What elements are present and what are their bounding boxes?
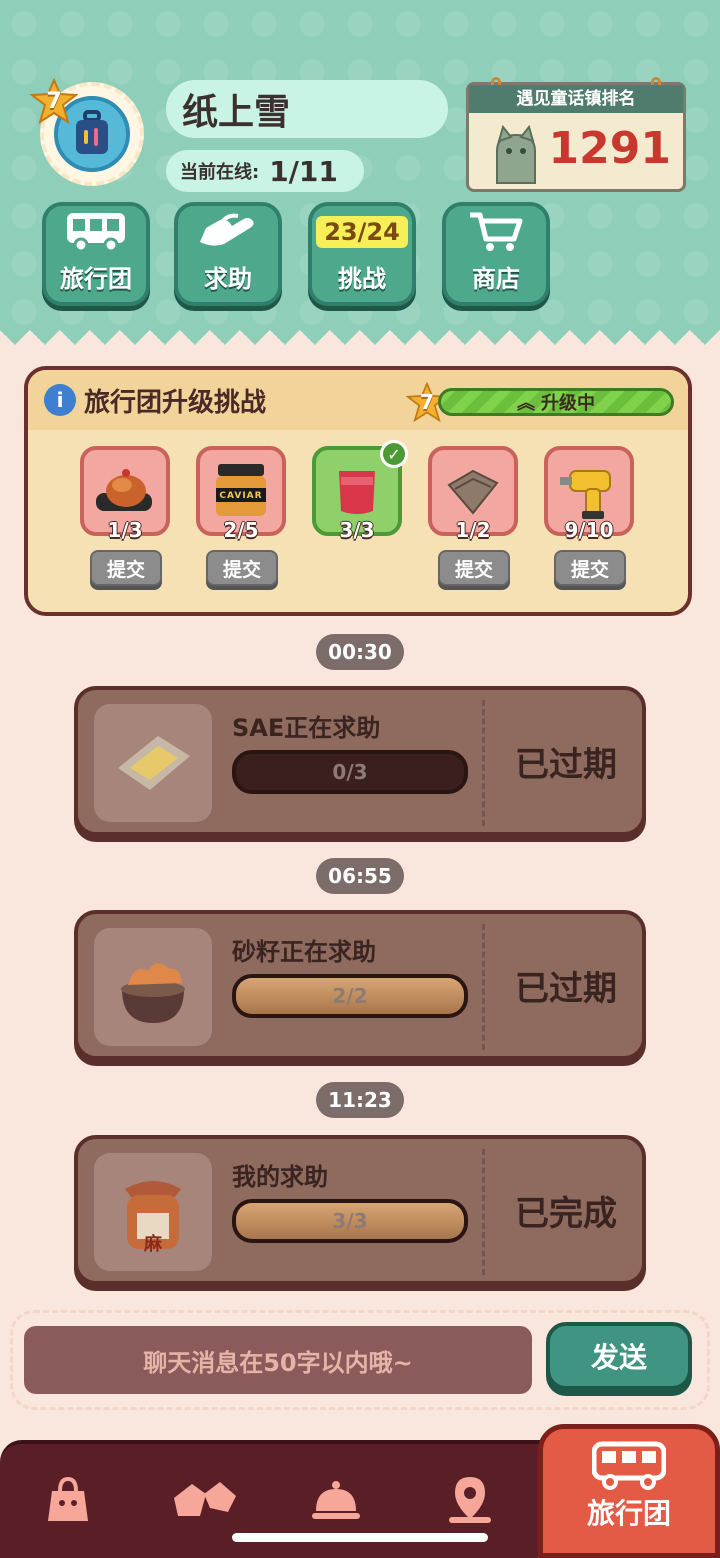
handshake-icon bbox=[174, 1482, 236, 1516]
shrimp-bowl-icon bbox=[94, 928, 212, 1046]
nav-label: 旅行团 bbox=[60, 265, 132, 293]
nav-label: 挑战 bbox=[338, 265, 386, 293]
cat-mascot-icon bbox=[487, 124, 545, 185]
submit-button[interactable]: 提交 bbox=[438, 550, 510, 586]
nav-tour-group-button[interactable]: 旅行团 bbox=[42, 202, 150, 306]
request-status: 已过期 bbox=[515, 968, 617, 1009]
timestamp-pill: 11:23 bbox=[316, 1082, 404, 1118]
request-status: 已过期 bbox=[515, 744, 617, 785]
tab-tour-group[interactable]: 旅行团 bbox=[538, 1424, 720, 1558]
check-icon: ✓ bbox=[380, 440, 408, 468]
jar-label: 麻 bbox=[144, 1234, 162, 1255]
online-count: 当前在线: 1/11 bbox=[166, 150, 364, 192]
help-request-card[interactable]: 麻 我的求助 3/3 已完成 bbox=[74, 1135, 646, 1285]
online-label: 当前在线: bbox=[180, 162, 260, 183]
progress-text: 3/3 bbox=[332, 1209, 368, 1233]
player-name: 纸上雪 bbox=[166, 80, 448, 138]
send-button[interactable]: 发送 bbox=[546, 1322, 692, 1390]
request-progress-bar: 2/2 bbox=[232, 974, 468, 1018]
challenge-items: 1/3 提交 CAVIAR 2/5 提交 ✓ 3/3 1/2 提交 9/10 提… bbox=[80, 440, 660, 596]
challenge-item: 1/2 提交 bbox=[428, 446, 518, 596]
challenge-item: ✓ 3/3 bbox=[312, 440, 408, 596]
challenge-item: CAVIAR 2/5 提交 bbox=[196, 446, 286, 596]
request-status: 已完成 bbox=[515, 1193, 617, 1234]
ranking-value: 1291 bbox=[548, 123, 671, 174]
requester-name: SAE正在求助 bbox=[232, 714, 381, 742]
upgrade-challenge-panel: i 旅行团升级挑战 7 ︽ 升级中 1/3 提交 CAVIAR 2/5 提交 ✓… bbox=[24, 366, 692, 616]
shopping-bag-icon bbox=[48, 1476, 88, 1521]
sauce-jar-icon: 麻 bbox=[94, 1153, 212, 1271]
submit-button[interactable]: 提交 bbox=[90, 550, 162, 586]
player-level-badge: 7 bbox=[30, 78, 78, 124]
home-indicator[interactable] bbox=[232, 1533, 488, 1542]
item-count: 2/5 bbox=[223, 518, 259, 542]
butter-wrap-icon bbox=[94, 704, 212, 822]
request-progress-bar: 3/3 bbox=[232, 1199, 468, 1243]
nav-challenge-button[interactable]: 23/24 挑战 bbox=[308, 202, 416, 306]
service-bell-icon bbox=[312, 1481, 360, 1519]
map-pin-icon bbox=[449, 1477, 491, 1523]
nav-shop-button[interactable]: 商店 bbox=[442, 202, 550, 306]
requester-name: 我的求助 bbox=[232, 1163, 328, 1191]
progress-text: 2/2 bbox=[332, 984, 368, 1008]
submit-button[interactable]: 提交 bbox=[554, 550, 626, 586]
chevron-up-icon: ︽ bbox=[517, 393, 535, 414]
item-count: 9/10 bbox=[564, 518, 614, 542]
upgrade-progress-bar: ︽ 升级中 bbox=[438, 388, 674, 416]
tab-map[interactable] bbox=[440, 1470, 500, 1530]
dashed-divider bbox=[482, 700, 485, 826]
item-count: 1/2 bbox=[455, 518, 491, 542]
help-request-card[interactable]: 砂籽正在求助 2/2 已过期 bbox=[74, 910, 646, 1060]
bus-icon bbox=[592, 1441, 666, 1490]
progress-text: 0/3 bbox=[332, 760, 368, 784]
tab-shop[interactable] bbox=[38, 1470, 98, 1530]
panel-title: 旅行团升级挑战 bbox=[84, 387, 267, 418]
challenge-count-badge: 23/24 bbox=[316, 216, 408, 248]
caviar-label: CAVIAR bbox=[219, 491, 263, 501]
requester-name: 砂籽正在求助 bbox=[232, 938, 376, 966]
request-progress-bar: 0/3 bbox=[232, 750, 468, 794]
upgrade-status: 升级中 bbox=[541, 393, 595, 414]
submit-button[interactable]: 提交 bbox=[206, 550, 278, 586]
timestamp-pill: 00:30 bbox=[316, 634, 404, 670]
ranking-card[interactable]: 遇见童话镇排名 1291 bbox=[466, 77, 686, 192]
ranking-title: 遇见童话镇排名 bbox=[469, 85, 683, 113]
online-value: 1/11 bbox=[269, 154, 338, 188]
timestamp-pill: 06:55 bbox=[316, 858, 404, 894]
tab-service[interactable] bbox=[306, 1470, 366, 1530]
dashed-divider bbox=[482, 924, 485, 1050]
help-request-card[interactable]: SAE正在求助 0/3 已过期 bbox=[74, 686, 646, 836]
challenge-item: 9/10 提交 bbox=[544, 446, 634, 596]
tab-friends[interactable] bbox=[170, 1470, 240, 1530]
item-count: 1/3 bbox=[107, 518, 143, 542]
nav-help-button[interactable]: 求助 bbox=[174, 202, 282, 306]
nav-label: 求助 bbox=[204, 265, 252, 293]
info-icon[interactable]: i bbox=[44, 384, 76, 416]
item-count: 3/3 bbox=[339, 518, 375, 542]
chat-input[interactable]: 聊天消息在50字以内哦~ bbox=[24, 1326, 532, 1394]
zigzag-divider bbox=[0, 330, 720, 360]
challenge-item: 1/3 提交 bbox=[80, 446, 170, 596]
bus-icon bbox=[65, 209, 127, 255]
helping-hand-icon bbox=[198, 209, 258, 255]
nav-label: 商店 bbox=[472, 265, 520, 293]
shopping-cart-icon bbox=[468, 209, 524, 255]
tab-label: 旅行团 bbox=[586, 1497, 671, 1530]
dashed-divider bbox=[482, 1149, 485, 1275]
